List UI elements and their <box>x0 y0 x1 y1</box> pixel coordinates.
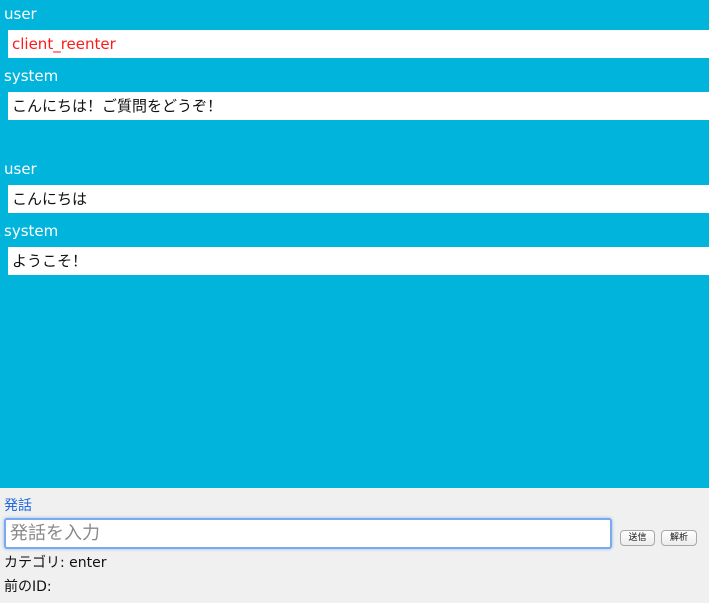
send-button[interactable]: 送信 <box>620 530 655 546</box>
previous-id-text: 前のID: <box>4 579 52 595</box>
category-text: カテゴリ: enter <box>4 555 107 571</box>
utterance-input[interactable] <box>4 518 612 549</box>
chat-log: user client_reenter system こんにちは！ご質問をどうぞ… <box>0 0 709 488</box>
message-role-label: user <box>4 160 37 178</box>
message-role-label: user <box>4 5 37 23</box>
utterance-label: 発話 <box>4 498 32 514</box>
message-role-label: system <box>4 222 59 240</box>
analyze-button[interactable]: 解析 <box>661 530 697 546</box>
input-panel: 発話 送信 解析 カテゴリ: enter 前のID: <box>0 488 709 603</box>
message-text: ようこそ！ <box>8 247 709 275</box>
message-text: こんにちは <box>8 185 709 213</box>
message-text: client_reenter <box>8 30 709 58</box>
message-role-label: system <box>4 67 59 85</box>
message-text: こんにちは！ご質問をどうぞ！ <box>8 92 709 120</box>
